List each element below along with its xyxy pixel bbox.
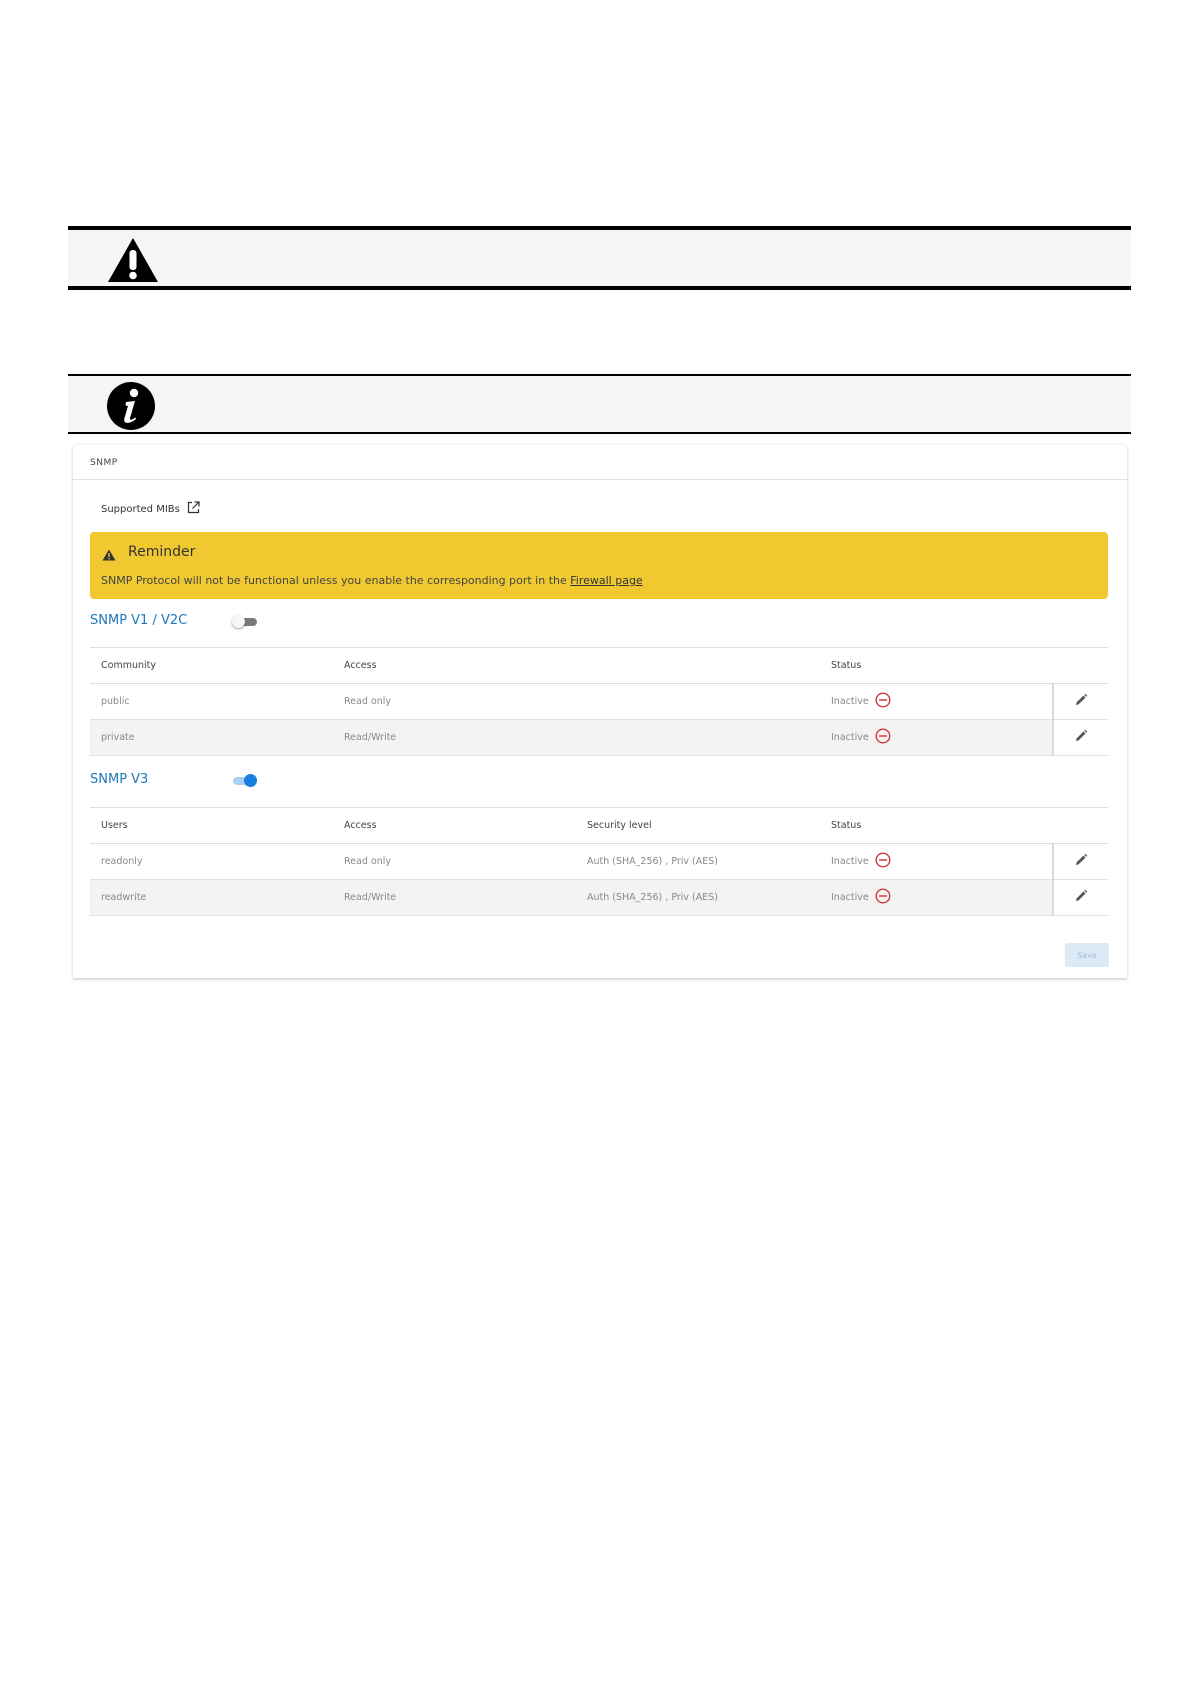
user-cell: readwrite <box>90 879 333 916</box>
table-row: readonly Read only Auth (SHA_256) , Priv… <box>90 843 1108 880</box>
access-cell: Read only <box>333 843 576 880</box>
column-header-access: Access <box>333 647 820 684</box>
column-header-access: Access <box>333 807 576 844</box>
user-cell: readonly <box>90 843 333 880</box>
warning-admonition <box>68 226 1131 290</box>
community-cell: private <box>90 719 333 756</box>
inactive-status-icon <box>875 888 891 907</box>
snmp-v3-toggle[interactable] <box>233 774 257 787</box>
reminder-text: SNMP Protocol will not be functional unl… <box>101 574 643 587</box>
column-header-users: Users <box>90 807 333 844</box>
security-level-cell: Auth (SHA_256) , Priv (AES) <box>576 843 820 880</box>
status-text: Inactive <box>831 856 869 867</box>
edit-icon[interactable] <box>1074 853 1088 870</box>
column-header-status: Status <box>820 647 1053 684</box>
edit-icon[interactable] <box>1074 889 1088 906</box>
supported-mibs-label: Supported MIBs <box>101 503 180 515</box>
access-cell: Read only <box>333 683 820 720</box>
reminder-message: SNMP Protocol will not be functional unl… <box>101 574 571 587</box>
snmp-v1v2c-table: Community Access Status public Read only… <box>90 647 1108 756</box>
info-admonition <box>68 374 1131 434</box>
inactive-status-icon <box>875 728 891 747</box>
security-level-cell: Auth (SHA_256) , Priv (AES) <box>576 879 820 916</box>
edit-icon[interactable] <box>1074 729 1088 746</box>
inactive-status-icon <box>875 852 891 871</box>
snmp-v1v2c-title: SNMP V1 / V2C <box>90 613 188 628</box>
table-row: readwrite Read/Write Auth (SHA_256) , Pr… <box>90 879 1108 916</box>
snmp-v3-title: SNMP V3 <box>90 772 149 787</box>
supported-mibs-link[interactable]: Supported MIBs <box>101 501 200 517</box>
snmp-v3-table: Users Access Security level Status reado… <box>90 807 1108 916</box>
access-cell: Read/Write <box>333 879 576 916</box>
info-circle-icon <box>106 381 156 435</box>
reminder-warning-icon <box>102 546 116 565</box>
snmp-panel: SNMP Supported MIBs Reminder SNMP Protoc… <box>73 445 1127 978</box>
reminder-banner: Reminder SNMP Protocol will not be funct… <box>90 532 1108 599</box>
community-cell: public <box>90 683 333 720</box>
status-text: Inactive <box>831 732 869 743</box>
table-row: private Read/Write Inactive <box>90 719 1108 756</box>
table-row: public Read only Inactive <box>90 683 1108 720</box>
column-header-community: Community <box>90 647 333 684</box>
status-text: Inactive <box>831 892 869 903</box>
column-header-status: Status <box>820 807 1053 844</box>
snmp-v1v2c-toggle[interactable] <box>232 615 257 628</box>
save-button[interactable]: Save <box>1065 943 1109 967</box>
external-link-icon <box>187 501 200 517</box>
status-text: Inactive <box>831 696 869 707</box>
panel-header: SNMP <box>73 445 1127 480</box>
access-cell: Read/Write <box>333 719 820 756</box>
panel-title: SNMP <box>90 458 118 468</box>
firewall-page-link[interactable]: Firewall page <box>570 574 642 587</box>
edit-icon[interactable] <box>1074 693 1088 710</box>
inactive-status-icon <box>875 692 891 711</box>
reminder-title: Reminder <box>128 544 196 560</box>
column-header-security-level: Security level <box>576 807 820 844</box>
warning-triangle-icon <box>106 236 160 288</box>
